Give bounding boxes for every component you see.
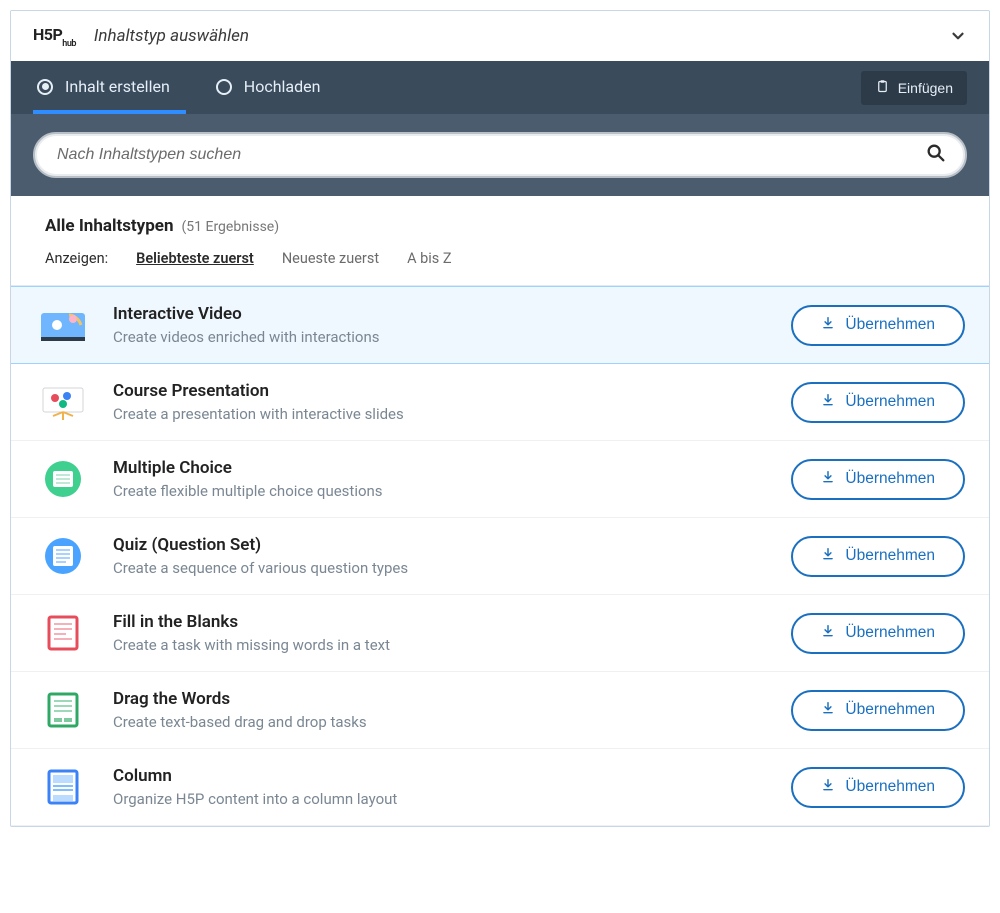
logo-main: H5P [33,25,62,44]
download-icon [821,470,835,489]
hub-header-left: H5Phub Inhaltstyp auswählen [33,25,249,47]
list-item[interactable]: Quiz (Question Set) Create a sequence of… [11,518,989,595]
use-button[interactable]: Übernehmen [791,767,965,808]
use-button-label: Übernehmen [845,393,935,411]
use-button-label: Übernehmen [845,778,935,796]
filter-count: (51 Ergebnisse) [181,219,279,235]
item-desc: Create flexible multiple choice question… [113,482,769,500]
item-text: Interactive Video Create videos enriched… [113,304,769,346]
fill-blanks-icon [35,611,91,655]
download-icon [821,624,835,643]
h5p-hub-panel: H5Phub Inhaltstyp auswählen Inhalt erste… [10,10,990,827]
use-button-label: Übernehmen [845,316,935,334]
item-desc: Create text-based drag and drop tasks [113,713,769,731]
use-button[interactable]: Übernehmen [791,382,965,423]
logo-sub: hub [62,39,76,49]
list-item[interactable]: Column Organize H5P content into a colum… [11,749,989,826]
multiple-choice-icon [35,457,91,501]
tab-create[interactable]: Inhalt erstellen [33,61,186,114]
filter-heading: Alle Inhaltstypen (51 Ergebnisse) [45,216,955,236]
item-text: Course Presentation Create a presentatio… [113,381,769,423]
list-item[interactable]: Course Presentation Create a presentatio… [11,364,989,441]
search-region [11,114,989,196]
tab-upload[interactable]: Hochladen [212,61,337,114]
sort-alpha[interactable]: A bis Z [407,250,452,267]
sort-label: Anzeigen: [45,250,108,267]
course-presentation-icon [35,380,91,424]
radio-checked-icon [37,79,53,95]
search-input[interactable] [53,136,925,174]
radio-unchecked-icon [216,79,232,95]
item-desc: Create a sequence of various question ty… [113,559,769,577]
item-title: Quiz (Question Set) [113,535,769,555]
item-title: Column [113,766,769,786]
item-text: Multiple Choice Create flexible multiple… [113,458,769,500]
item-title: Fill in the Blanks [113,612,769,632]
filter-title: Alle Inhaltstypen [45,216,174,236]
tab-bar: Inhalt erstellen Hochladen Einfügen [11,61,989,114]
hub-title: Inhaltstyp auswählen [94,26,249,46]
download-icon [821,316,835,335]
item-title: Multiple Choice [113,458,769,478]
use-button-label: Übernehmen [845,470,935,488]
column-icon [35,765,91,809]
clipboard-icon [875,79,890,97]
tab-upload-label: Hochladen [244,77,321,96]
item-text: Column Organize H5P content into a colum… [113,766,769,808]
download-icon [821,547,835,566]
list-item[interactable]: Drag the Words Create text-based drag an… [11,672,989,749]
item-text: Quiz (Question Set) Create a sequence of… [113,535,769,577]
h5p-logo: H5Phub [33,25,76,47]
use-button[interactable]: Übernehmen [791,459,965,500]
sort-popular[interactable]: Beliebteste zuerst [136,250,254,267]
download-icon [821,778,835,797]
item-title: Course Presentation [113,381,769,401]
sort-row: Anzeigen: Beliebteste zuerst Neueste zue… [45,250,955,267]
list-item[interactable]: Interactive Video Create videos enriched… [11,286,989,364]
item-text: Drag the Words Create text-based drag an… [113,689,769,731]
paste-button-label: Einfügen [898,80,953,96]
use-button[interactable]: Übernehmen [791,690,965,731]
use-button-label: Übernehmen [845,624,935,642]
item-desc: Create videos enriched with interactions [113,328,769,346]
use-button-label: Übernehmen [845,701,935,719]
chevron-down-icon[interactable] [949,27,967,45]
use-button[interactable]: Übernehmen [791,613,965,654]
tab-create-label: Inhalt erstellen [65,77,170,96]
list-item[interactable]: Multiple Choice Create flexible multiple… [11,441,989,518]
quiz-icon [35,534,91,578]
download-icon [821,701,835,720]
interactive-video-icon [35,303,91,347]
tab-bar-left: Inhalt erstellen Hochladen [33,61,362,114]
hub-header: H5Phub Inhaltstyp auswählen [11,11,989,61]
item-desc: Organize H5P content into a column layou… [113,790,769,808]
content-type-list: Interactive Video Create videos enriched… [11,286,989,826]
filter-bar: Alle Inhaltstypen (51 Ergebnisse) Anzeig… [11,196,989,286]
download-icon [821,393,835,412]
search-icon[interactable] [925,142,947,168]
paste-button[interactable]: Einfügen [861,71,967,105]
item-title: Interactive Video [113,304,769,324]
use-button[interactable]: Übernehmen [791,305,965,346]
item-desc: Create a task with missing words in a te… [113,636,769,654]
item-text: Fill in the Blanks Create a task with mi… [113,612,769,654]
list-item[interactable]: Fill in the Blanks Create a task with mi… [11,595,989,672]
item-desc: Create a presentation with interactive s… [113,405,769,423]
search-box [33,132,967,178]
use-button-label: Übernehmen [845,547,935,565]
drag-words-icon [35,688,91,732]
item-title: Drag the Words [113,689,769,709]
sort-newest[interactable]: Neueste zuerst [282,250,379,267]
use-button[interactable]: Übernehmen [791,536,965,577]
